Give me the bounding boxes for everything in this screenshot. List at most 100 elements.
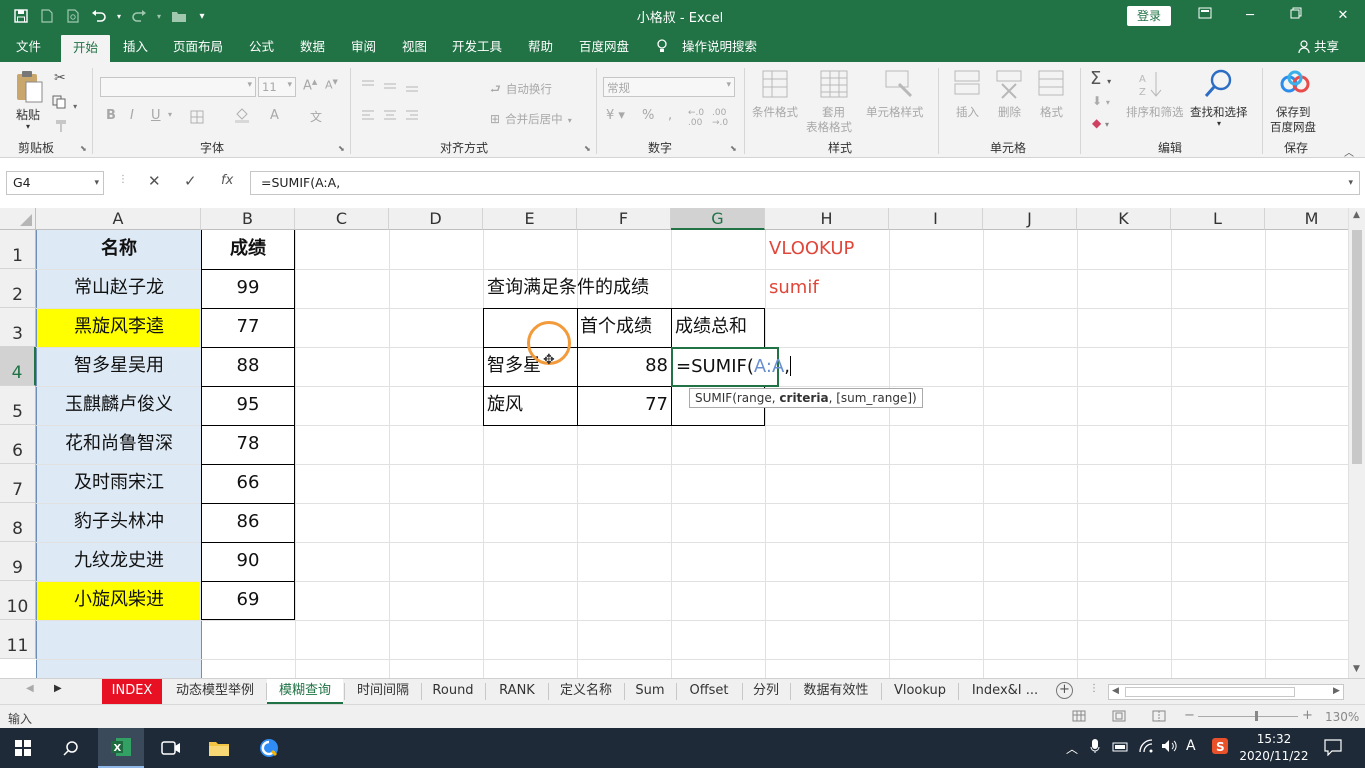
scroll-tabs-right-icon[interactable]: ▶ — [54, 683, 62, 694]
cell-b10[interactable]: 69 — [201, 581, 295, 619]
decrease-decimal-icon[interactable]: .00 →.0 — [712, 108, 728, 128]
tab-help[interactable]: 帮助 — [528, 32, 553, 62]
copy-icon[interactable]: ▾ — [52, 94, 77, 113]
row-header-11[interactable]: 11 — [0, 620, 36, 659]
row-header-1[interactable]: 1 — [0, 230, 36, 269]
phonetic-icon[interactable]: 文 — [310, 108, 322, 125]
tab-developer[interactable]: 开发工具 — [452, 32, 502, 62]
restore-icon[interactable] — [1281, 4, 1311, 28]
tab-page-layout[interactable]: 页面布局 — [173, 32, 223, 62]
format-as-table-button[interactable] — [820, 70, 850, 104]
function-argument-tooltip[interactable]: SUMIF(range, criteria, [sum_range]) — [689, 388, 923, 408]
sheet-tab-dynamic-model[interactable]: 动态模型举例 — [166, 679, 264, 704]
sheet-tab-vlookup[interactable]: Vlookup — [882, 679, 958, 704]
show-hidden-icons-icon[interactable]: ︿ — [1066, 740, 1078, 757]
page-layout-view-icon[interactable] — [1112, 710, 1126, 725]
font-dialog-launcher-icon[interactable]: ⬊ — [338, 144, 345, 153]
column-header-f[interactable]: F — [577, 208, 671, 230]
add-sheet-icon[interactable]: + — [1056, 682, 1073, 699]
tab-baidu-netdisk[interactable]: 百度网盘 — [579, 32, 629, 62]
cell-a1[interactable]: 名称 — [37, 230, 201, 268]
sort-filter-label[interactable]: 排序和筛选 — [1126, 104, 1184, 120]
format-cells-icon[interactable] — [1038, 70, 1066, 104]
cut-icon[interactable]: ✂ — [54, 70, 66, 86]
row-header-5[interactable]: 5 — [0, 386, 36, 425]
network-icon[interactable] — [1138, 738, 1154, 758]
zoom-out-icon[interactable]: − — [1184, 708, 1195, 723]
row-header-4[interactable]: 4 — [0, 347, 36, 386]
cell-a6[interactable]: 花和尚鲁智深 — [37, 425, 201, 463]
column-header-c[interactable]: C — [295, 208, 389, 230]
sheet-tab-defined-names[interactable]: 定义名称 — [549, 679, 623, 704]
fill-icon[interactable]: ⬇ ▾ — [1092, 94, 1110, 108]
clear-icon[interactable]: ◆ ▾ — [1092, 116, 1109, 130]
undo-icon[interactable] — [88, 6, 110, 26]
sheet-tab-data-validation[interactable]: 数据有效性 — [791, 679, 881, 704]
sheet-tab-rank[interactable]: RANK — [486, 679, 548, 704]
formula-input[interactable]: =SUMIF(A:A, ▾ — [250, 171, 1360, 195]
tab-file[interactable]: 文件 — [16, 32, 41, 62]
percent-icon[interactable]: % — [642, 108, 654, 123]
cell-f4[interactable]: 88 — [577, 347, 668, 385]
fill-color-icon[interactable] — [234, 108, 250, 127]
paste-button[interactable]: 粘贴 ▾ — [14, 70, 44, 131]
browser-icon[interactable] — [246, 728, 292, 768]
tell-me-search[interactable]: 操作说明搜索 — [656, 32, 757, 62]
tab-home[interactable]: 开始 — [61, 35, 111, 62]
login-button[interactable]: 登录 — [1127, 6, 1171, 26]
cell-e2[interactable]: 查询满足条件的成绩 — [487, 269, 649, 307]
clock-time[interactable]: 15:32 — [1244, 732, 1304, 746]
autosum-icon[interactable]: Σ ▾ — [1090, 68, 1111, 89]
cell-a9[interactable]: 九纹龙史进 — [37, 542, 201, 580]
share-button[interactable]: 共享 — [1298, 32, 1339, 62]
tab-review[interactable]: 审阅 — [351, 32, 376, 62]
expand-formula-bar-icon[interactable]: ▾ — [1348, 172, 1353, 194]
customize-qat-icon[interactable]: ▾ — [194, 6, 210, 26]
worksheet-grid[interactable]: A B C D E F G H I J K L M 1 2 3 4 5 6 7 … — [0, 208, 1348, 678]
wrap-text-button[interactable]: ⮐ 自动换行 — [490, 78, 552, 101]
notifications-icon[interactable] — [1324, 738, 1342, 760]
cell-f5[interactable]: 77 — [577, 386, 668, 424]
column-header-e[interactable]: E — [483, 208, 577, 230]
currency-icon[interactable]: ¥ ▾ — [606, 108, 625, 123]
comma-icon[interactable]: , — [668, 108, 672, 123]
row-header-8[interactable]: 8 — [0, 503, 36, 542]
save-icon[interactable] — [10, 6, 32, 26]
sheet-tab-text-to-columns[interactable]: 分列 — [743, 679, 789, 704]
baidu-netdisk-icon[interactable] — [1280, 70, 1310, 102]
cell-a8[interactable]: 豹子头林冲 — [37, 503, 201, 541]
cell-a2[interactable]: 常山赵子龙 — [37, 269, 201, 307]
alignment-dialog-launcher-icon[interactable]: ⬊ — [584, 144, 591, 153]
row-header-2[interactable]: 2 — [0, 269, 36, 308]
zoom-in-icon[interactable]: + — [1302, 708, 1313, 723]
font-name-select[interactable]: ▾ — [100, 77, 256, 97]
column-header-l[interactable]: L — [1171, 208, 1265, 230]
horizontal-scrollbar[interactable]: ◀ ▶ — [1108, 684, 1344, 700]
excel-taskbar-icon[interactable]: X — [98, 728, 144, 768]
cell-b1[interactable]: 成绩 — [201, 230, 295, 268]
sheet-tab-sum[interactable]: Sum — [625, 679, 675, 704]
horizontal-scroll-thumb[interactable] — [1125, 687, 1295, 697]
cell-b6[interactable]: 78 — [201, 425, 295, 463]
sogou-ime-icon[interactable]: S — [1211, 737, 1229, 759]
bold-button[interactable]: B — [106, 108, 116, 123]
row-header-3[interactable]: 3 — [0, 308, 36, 347]
increase-font-icon[interactable]: A▲ — [303, 78, 317, 93]
ribbon-display-options-icon[interactable] — [1190, 4, 1220, 28]
zoom-slider-thumb[interactable] — [1255, 711, 1258, 721]
sheet-tab-round[interactable]: Round — [422, 679, 484, 704]
number-format-select[interactable]: 常规 ▾ — [603, 77, 735, 97]
video-app-icon[interactable] — [148, 728, 194, 768]
column-header-g[interactable]: G — [671, 208, 765, 230]
undo-dropdown-icon[interactable]: ▾ — [114, 6, 124, 26]
cell-h1[interactable]: VLOOKUP — [769, 230, 854, 268]
name-box[interactable]: G4 ▾ — [6, 171, 104, 195]
column-header-m[interactable]: M — [1265, 208, 1348, 230]
clipboard-dialog-launcher-icon[interactable]: ⬊ — [80, 144, 87, 153]
clock-date[interactable]: 2020/11/22 — [1238, 749, 1310, 763]
cell-b5[interactable]: 95 — [201, 386, 295, 424]
vertical-scrollbar[interactable]: ▲ ▼ — [1348, 208, 1365, 678]
cell-styles-button[interactable] — [885, 70, 913, 104]
column-header-h[interactable]: H — [765, 208, 889, 230]
cell-e5[interactable]: 旋风 — [487, 386, 523, 424]
